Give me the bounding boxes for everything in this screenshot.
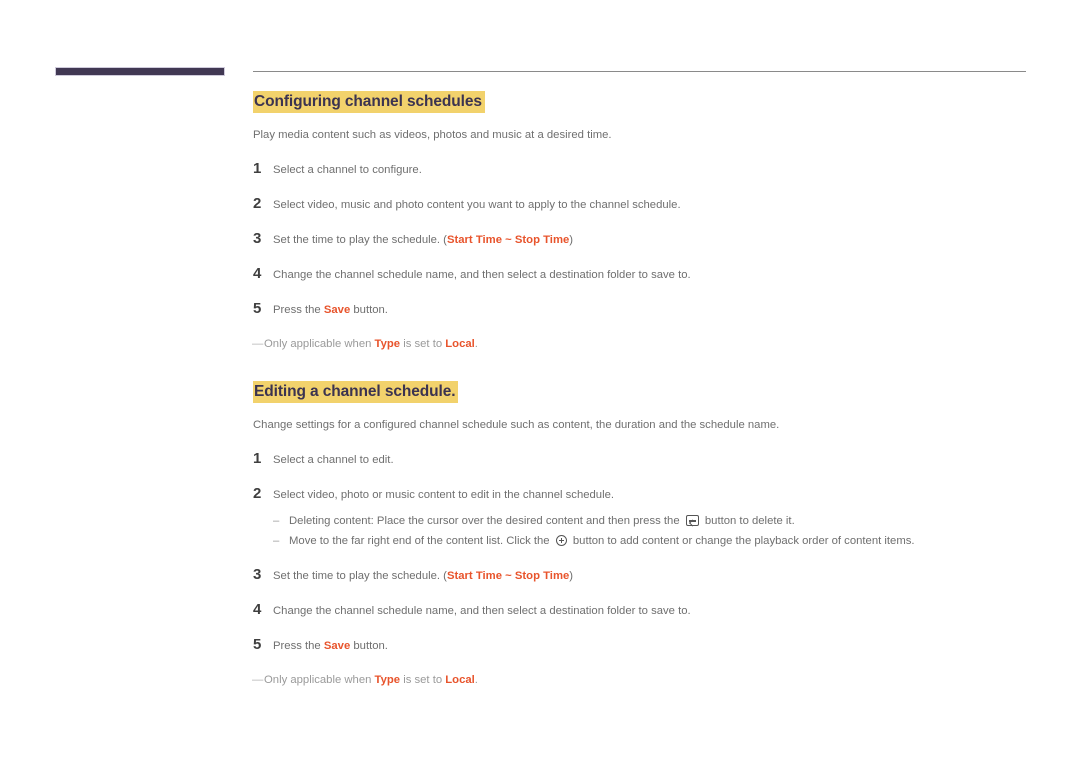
step-number: 5	[253, 635, 262, 653]
step-item: 4 Change the channel schedule name, and t…	[253, 264, 1043, 284]
step-item: 4 Change the channel schedule name, and t…	[253, 602, 1043, 620]
text-run: Move to the far right end of the content…	[289, 535, 553, 548]
text-run: )	[569, 570, 574, 583]
text-run: .	[474, 673, 478, 686]
text-run: Deleting content: Place the cursor over …	[289, 515, 683, 528]
doc-section: Configuring channel schedules Play media …	[252, 91, 1043, 353]
step-text: Select a channel to configure.	[273, 162, 1043, 179]
step-text: Set the time to play the schedule. (Star…	[273, 232, 1043, 249]
text-run: Press the	[273, 303, 324, 316]
keyword-emphasis: ~	[502, 233, 515, 246]
step-number: 3	[253, 566, 262, 584]
keyword-emphasis: Save	[323, 303, 351, 316]
step-item: 3 Set the time to play the schedule. (Sta…	[253, 567, 1043, 585]
step-item: 2 Select video, photo or music content to…	[253, 486, 1043, 550]
sections-container: Configuring channel schedules Play media …	[252, 91, 1043, 689]
text-run: Set the time to play the schedule. (	[273, 233, 447, 246]
keyword-emphasis: Local	[445, 673, 475, 686]
step-text: Select video, music and photo content yo…	[273, 197, 1043, 214]
text-run: Select video, music and photo content yo…	[273, 198, 681, 211]
keyword-emphasis: Start Time	[446, 570, 502, 583]
note-text: Only applicable when Type is set to Loca…	[264, 336, 1043, 353]
keyword-emphasis: ~	[502, 570, 515, 583]
keyword-emphasis: Start Time	[446, 233, 502, 246]
step-list: 1 Select a channel to configure. 2 Select v…	[253, 159, 1043, 319]
step-text: Change the channel schedule name, and th…	[273, 603, 1043, 620]
section-intro: Change settings for a configured channel…	[253, 419, 780, 432]
sub-bullet-text: Move to the far right end of the content…	[289, 533, 1043, 550]
step-item: 1 Select a channel to edit.	[253, 451, 1043, 469]
text-run: is set to	[400, 673, 446, 686]
step-number: 4	[253, 264, 262, 282]
sub-bullet-text: Deleting content: Place the cursor over …	[289, 513, 1043, 530]
text-run: )	[569, 233, 574, 246]
text-run: button to add content or change the play…	[569, 535, 915, 548]
keyword-emphasis: Save	[323, 639, 351, 652]
step-text: Select a channel to edit.	[273, 452, 1043, 469]
keyword-emphasis: Type	[374, 337, 401, 350]
keyword-emphasis: Type	[374, 673, 401, 686]
step-item: 2 Select video, music and photo content y…	[253, 194, 1043, 214]
keyword-emphasis: Local	[445, 337, 475, 350]
page-header-rule	[253, 71, 1026, 72]
text-run: Select video, photo or music content to …	[273, 489, 615, 502]
section-note: — Only applicable when Type is set to Loc…	[252, 672, 1043, 689]
section-intro: Play media content such as videos, photo…	[253, 128, 612, 141]
section-heading-highlight: Editing a channel schedule.	[253, 381, 459, 404]
plus-circle-icon	[555, 535, 567, 547]
text-run: is set to	[400, 337, 446, 350]
step-number: 1	[253, 450, 262, 468]
step-number: 1	[253, 159, 262, 177]
sub-bullet-list: – Deleting content: Place the cursor over…	[273, 513, 1043, 550]
sub-bullet-dash: –	[273, 535, 280, 548]
document-content: Configuring channel schedules Play media …	[252, 91, 1043, 689]
text-run: Press the	[273, 639, 324, 652]
text-run: button.	[350, 303, 388, 316]
text-run: button to delete it.	[701, 515, 795, 528]
text-run: button.	[350, 639, 388, 652]
step-item: 5 Press the Save button.	[253, 299, 1043, 319]
text-run: Set the time to play the schedule. (	[273, 570, 447, 583]
sub-bullet-item: – Move to the far right end of the conten…	[273, 533, 1043, 550]
note-dash: —	[252, 337, 263, 350]
sub-bullet-item: – Deleting content: Place the cursor over…	[273, 513, 1043, 530]
step-text: Select video, photo or music content to …	[273, 487, 1043, 504]
keyword-emphasis: Stop Time	[514, 233, 570, 246]
text-run: Select a channel to edit.	[273, 454, 394, 467]
step-list: 1 Select a channel to edit. 2 Select video,…	[253, 451, 1043, 655]
text-run: Only applicable when	[264, 337, 375, 350]
note-text: Only applicable when Type is set to Loca…	[264, 672, 1043, 689]
section-heading-highlight: Configuring channel schedules	[253, 91, 485, 113]
sub-bullet-dash: –	[273, 515, 280, 528]
text-run: Only applicable when	[264, 673, 375, 686]
step-text: Set the time to play the schedule. (Star…	[273, 568, 1043, 585]
note-dash: —	[252, 673, 263, 686]
doc-section: Editing a channel schedule. Change settin…	[252, 381, 1043, 689]
step-item: 5 Press the Save button.	[253, 635, 1043, 655]
step-text: Press the Save button.	[273, 302, 1043, 319]
step-number: 3	[253, 229, 262, 247]
section-heading: Editing a channel schedule.	[253, 381, 1043, 404]
text-run: .	[474, 337, 478, 350]
text-run: Change the channel schedule name, and th…	[273, 268, 691, 281]
section-heading: Configuring channel schedules	[253, 91, 1043, 113]
text-run: Change the channel schedule name, and th…	[273, 605, 691, 618]
step-number: 5	[253, 299, 262, 317]
enter-key-icon	[685, 515, 699, 527]
step-number: 2	[253, 194, 262, 212]
step-text: Change the channel schedule name, and th…	[273, 267, 1043, 284]
text-run: Select a channel to configure.	[273, 163, 422, 176]
step-item: 1 Select a channel to configure.	[253, 159, 1043, 179]
step-number: 4	[253, 601, 262, 619]
section-note: — Only applicable when Type is set to Loc…	[252, 336, 1043, 353]
keyword-emphasis: Stop Time	[514, 570, 570, 583]
page-header-accent-bar	[55, 67, 225, 76]
step-number: 2	[253, 485, 262, 503]
step-item: 3 Set the time to play the schedule. (Sta…	[253, 229, 1043, 249]
step-text: Press the Save button.	[273, 638, 1043, 655]
